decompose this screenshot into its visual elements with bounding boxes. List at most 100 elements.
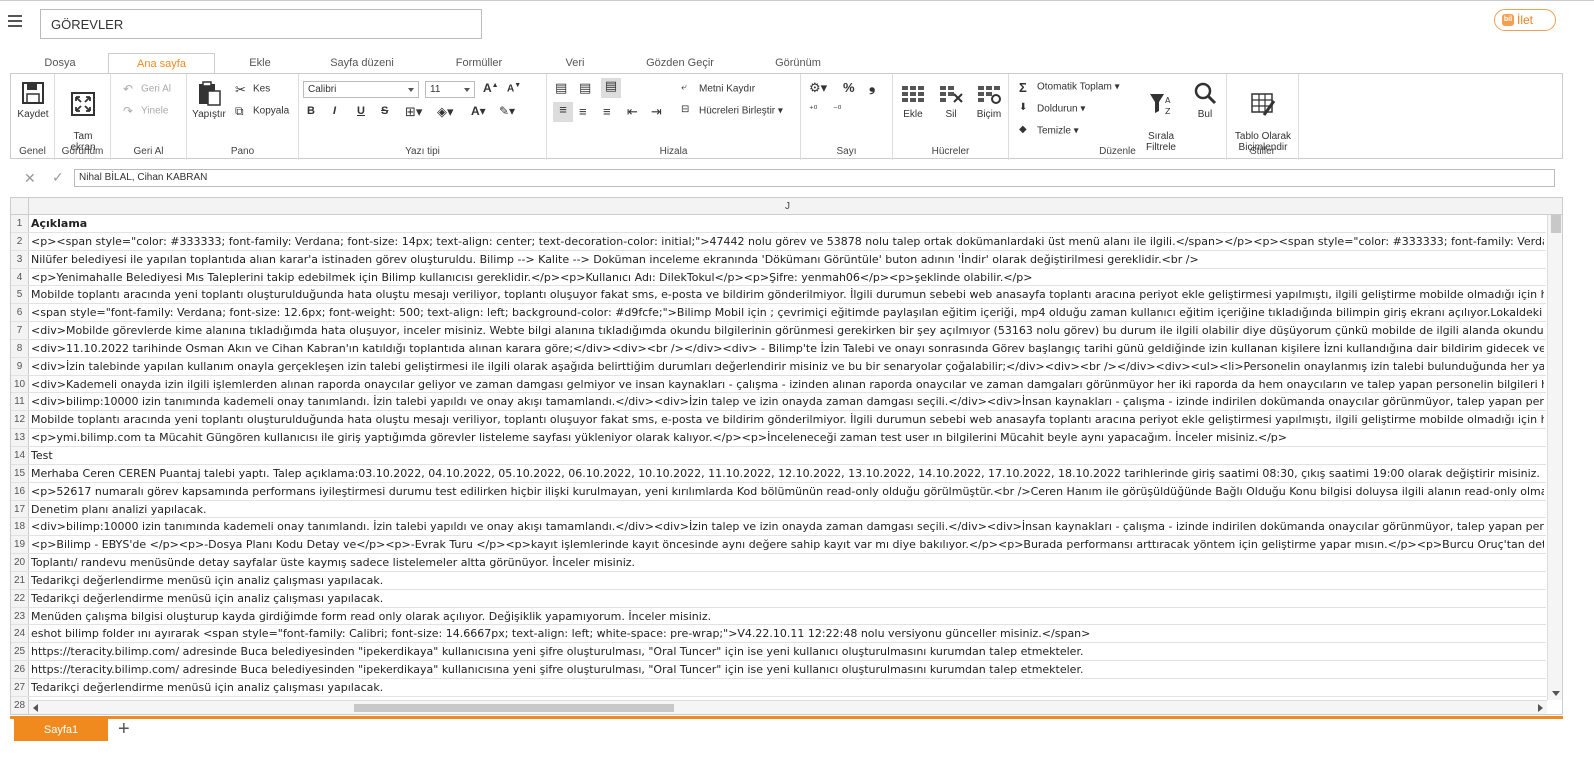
- table-cell[interactable]: Test: [31, 449, 1544, 462]
- table-cell[interactable]: <p>Bilimp - EBYS'de </p><p>-Dosya Planı …: [31, 538, 1544, 551]
- row-number[interactable]: 8: [11, 339, 29, 357]
- table-cell[interactable]: Toplantı/ randevu menüsünde detay sayfal…: [31, 556, 1544, 569]
- align-right-icon[interactable]: ≡: [603, 104, 611, 119]
- number-format-icon[interactable]: ⚙▾: [809, 80, 827, 96]
- column-header-j[interactable]: J: [29, 201, 1546, 212]
- fill-button[interactable]: ⬇ Doldurun ▾: [1019, 102, 1085, 116]
- sort-filter-button[interactable]: AZ Sırala Filtrele: [1139, 80, 1183, 153]
- table-cell[interactable]: https://teracity.bilimp.com/ adresinde B…: [31, 645, 1544, 658]
- scroll-down-arrow-icon[interactable]: [1552, 691, 1560, 696]
- table-cell[interactable]: <div>Mobilde görevlerde kime alanına tık…: [31, 324, 1544, 337]
- indent-decrease-icon[interactable]: ⇤: [627, 104, 638, 120]
- autosum-button[interactable]: Σ Otomatik Toplam ▾: [1019, 80, 1120, 95]
- tab-ekle[interactable]: Ekle: [230, 53, 290, 73]
- fill-color-icon[interactable]: ◈▾: [437, 104, 454, 120]
- increase-decimal-icon[interactable]: ⁺⁰: [809, 104, 817, 115]
- table-cell[interactable]: Tedarikçi değerlendirme menüsü için anal…: [31, 574, 1544, 587]
- tab-gorunum[interactable]: Görünüm: [768, 53, 828, 73]
- sheet-tab-sayfa1[interactable]: Sayfa1: [14, 719, 108, 741]
- delete-cells-button[interactable]: Sil: [935, 80, 967, 120]
- table-cell[interactable]: Tedarikçi değerlendirme menüsü için anal…: [31, 592, 1544, 605]
- align-center-icon[interactable]: ≡: [579, 104, 587, 119]
- forward-button[interactable]: bil İlet: [1494, 9, 1556, 31]
- table-cell[interactable]: Nilüfer belediyesi ile yapılan toplantıd…: [31, 253, 1544, 266]
- table-cell[interactable]: Mobilde toplantı aracında yeni toplantı …: [31, 413, 1544, 426]
- row-number[interactable]: 9: [11, 357, 29, 375]
- format-cells-button[interactable]: Biçim: [973, 80, 1005, 120]
- font-color-icon[interactable]: A▾: [471, 104, 486, 118]
- hamburger-menu-icon[interactable]: [8, 15, 22, 27]
- align-middle-icon[interactable]: ▤: [579, 80, 591, 96]
- comma-button[interactable]: ❟: [869, 78, 875, 96]
- table-cell[interactable]: <p><span style="color: #333333; font-fam…: [31, 235, 1544, 248]
- merge-cells-button[interactable]: ⊟ Hücreleri Birleştir ▾: [681, 104, 783, 118]
- save-button[interactable]: Kaydet: [15, 80, 51, 120]
- row-number[interactable]: 18: [11, 518, 29, 536]
- row-number[interactable]: 10: [11, 375, 29, 393]
- bold-button[interactable]: B: [307, 105, 315, 117]
- vertical-scrollbar[interactable]: [1547, 215, 1562, 700]
- row-number[interactable]: 5: [11, 286, 29, 304]
- table-cell[interactable]: <div>Kademeli onayda izin ilgili işlemle…: [31, 378, 1544, 391]
- table-cell[interactable]: <div>bilimp:10000 izin tanımında kademel…: [31, 395, 1544, 408]
- row-number[interactable]: 3: [11, 250, 29, 268]
- align-bottom-icon[interactable]: ▤: [601, 78, 621, 98]
- font-size-select[interactable]: 11: [425, 81, 475, 98]
- table-cell[interactable]: Merhaba Ceren CEREN Puantaj talebi yaptı…: [31, 467, 1544, 480]
- row-number[interactable]: 6: [11, 304, 29, 322]
- table-cell[interactable]: <p>Yenimahalle Belediyesi Mıs Taleplerin…: [31, 271, 1544, 284]
- scroll-right-arrow-icon[interactable]: [1538, 704, 1543, 712]
- tab-dosya[interactable]: Dosya: [30, 53, 90, 73]
- row-number[interactable]: 23: [11, 607, 29, 625]
- table-cell[interactable]: Menüden çalışma bilgisi oluşturup kayda …: [31, 610, 1544, 623]
- paste-button[interactable]: Yapıştır: [191, 80, 227, 120]
- table-cell[interactable]: <p>52617 numaralı görev kapsamında perfo…: [31, 485, 1544, 498]
- table-cell[interactable]: <div>İzin talebinde yapılan kullanım ona…: [31, 360, 1544, 373]
- row-number[interactable]: 26: [11, 661, 29, 678]
- formula-input[interactable]: Nihal BİLAL, Cihan KABRAN: [74, 169, 1555, 187]
- format-as-table-button[interactable]: Tablo Olarak Biçimlendir: [1231, 80, 1295, 153]
- wrap-text-button[interactable]: ⤶ Metni Kaydır: [681, 82, 755, 96]
- indent-increase-icon[interactable]: ⇥: [651, 104, 662, 120]
- row-number[interactable]: 25: [11, 643, 29, 661]
- row-number[interactable]: 28: [11, 696, 29, 714]
- row-number[interactable]: 7: [11, 322, 29, 339]
- find-button[interactable]: Bul: [1189, 80, 1221, 120]
- add-sheet-button[interactable]: +: [118, 718, 130, 741]
- document-title-input[interactable]: GÖREVLER: [40, 9, 482, 39]
- row-number[interactable]: 4: [11, 268, 29, 286]
- row-number[interactable]: 17: [11, 500, 29, 518]
- font-family-select[interactable]: Calibri: [303, 81, 419, 98]
- cut-button[interactable]: ✂ Kes: [235, 82, 270, 97]
- tab-ana-sayfa[interactable]: Ana sayfa: [108, 53, 215, 74]
- row-number[interactable]: 13: [11, 429, 29, 446]
- confirm-edit-icon[interactable]: ✓: [52, 169, 64, 186]
- tab-formuller[interactable]: Formüller: [444, 53, 514, 73]
- tab-veri[interactable]: Veri: [555, 53, 595, 73]
- align-top-icon[interactable]: ▤: [555, 80, 567, 96]
- row-number[interactable]: 21: [11, 571, 29, 589]
- row-number[interactable]: 11: [11, 393, 29, 411]
- insert-cells-button[interactable]: Ekle: [897, 80, 929, 120]
- select-all-corner[interactable]: [11, 198, 29, 215]
- table-cell[interactable]: https://teracity.bilimp.com/ adresinde B…: [31, 663, 1544, 676]
- horizontal-scrollbar[interactable]: [29, 700, 1547, 714]
- tab-gozden-gecir[interactable]: Gözden Geçir: [640, 53, 720, 73]
- copy-button[interactable]: ⧉ Kopyala: [235, 104, 289, 118]
- scroll-left-arrow-icon[interactable]: [33, 704, 38, 712]
- table-cell[interactable]: <span style="font-family: Verdana; font-…: [31, 306, 1544, 319]
- row-number[interactable]: 15: [11, 464, 29, 482]
- row-number[interactable]: 2: [11, 232, 29, 250]
- highlight-icon[interactable]: ✎▾: [499, 104, 515, 118]
- clear-button[interactable]: ◆ Temizle ▾: [1019, 124, 1079, 138]
- vertical-scroll-thumb[interactable]: [1551, 215, 1561, 233]
- row-number[interactable]: 24: [11, 625, 29, 643]
- decrease-decimal-icon[interactable]: ⁻⁰: [833, 104, 841, 115]
- horizontal-scroll-thumb[interactable]: [354, 704, 674, 712]
- table-cell[interactable]: <p>ymi.bilimp.com ta Mücahit Güngören ku…: [31, 431, 1544, 444]
- table-cell[interactable]: Denetim planı analizi yapılacak.: [31, 503, 1544, 516]
- table-cell[interactable]: <div>bilimp:10000 izin tanımında kademel…: [31, 520, 1544, 533]
- align-left-icon[interactable]: ≡: [553, 102, 573, 122]
- undo-button[interactable]: ↶ Geri Al: [123, 82, 171, 96]
- cancel-edit-icon[interactable]: ✕: [24, 170, 36, 187]
